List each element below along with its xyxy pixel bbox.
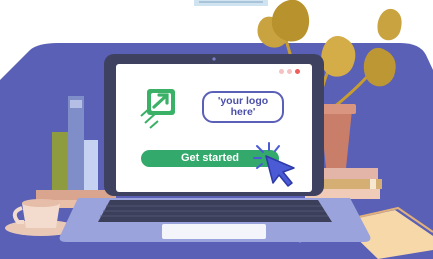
illustration: 'your logo here' Get started <box>0 0 433 259</box>
window-dot <box>295 69 300 74</box>
window-dot <box>279 69 284 74</box>
logo-placeholder-text: 'your logo here' <box>217 95 269 118</box>
logo-placeholder: 'your logo here' <box>202 91 284 123</box>
window-dot <box>287 69 292 74</box>
mouse-pointer-icon <box>253 142 295 187</box>
floating-paper <box>194 0 268 6</box>
window-controls <box>279 69 300 74</box>
